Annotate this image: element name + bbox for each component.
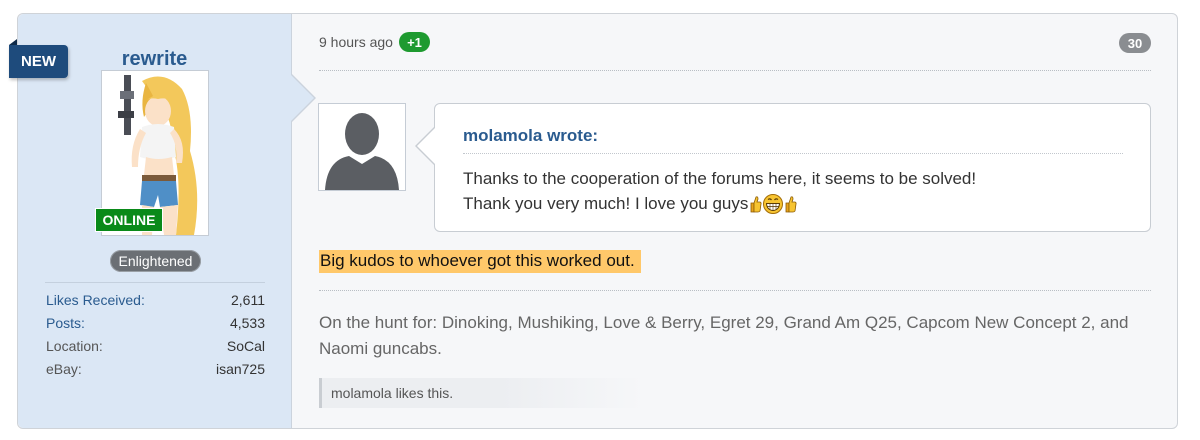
header-divider: [319, 70, 1151, 71]
quote-arrow: [417, 127, 436, 165]
stat-row-likes: Likes Received: 2,611: [46, 291, 265, 314]
stat-label-ebay: eBay:: [46, 361, 82, 377]
online-status-badge: ONLINE: [95, 208, 163, 232]
stat-label-location: Location:: [46, 338, 103, 354]
quoted-user-avatar[interactable]: [318, 103, 406, 191]
stat-row-ebay: eBay: isan725: [46, 360, 265, 383]
quote-line-1: Thanks to the cooperation of the forums …: [463, 169, 977, 188]
emoji-row: [749, 194, 797, 214]
likes-summary: molamola likes this.: [319, 378, 644, 408]
quote-author-link[interactable]: molamola wrote:: [463, 126, 598, 146]
reputation-badge: +1: [399, 32, 430, 52]
user-signature: On the hunt for: Dinoking, Mushiking, Lo…: [319, 313, 1129, 358]
forum-post: rewrite ONLINE Enlightened Likes Receive…: [17, 13, 1178, 429]
user-rank-badge: Enlightened: [110, 250, 201, 272]
stat-value-likes: 2,611: [231, 292, 265, 308]
highlighted-message: Big kudos to whoever got this worked out…: [319, 250, 641, 273]
stat-label-posts[interactable]: Posts:: [46, 314, 85, 337]
quote-divider: [463, 153, 1123, 154]
stat-value-location: SoCal: [226, 338, 265, 354]
likes-text[interactable]: molamola likes this.: [331, 385, 453, 401]
default-avatar-icon: [319, 104, 405, 190]
stat-label-likes[interactable]: Likes Received:: [46, 291, 145, 314]
post-number-badge[interactable]: 30: [1119, 33, 1151, 53]
quote-body: Thanks to the cooperation of the forums …: [463, 166, 1123, 216]
user-stats-divider: [45, 282, 265, 283]
user-stats: Likes Received: 2,611 Posts: 4,533 Locat…: [46, 291, 265, 383]
stat-value-posts: 4,533: [229, 315, 265, 331]
stat-row-posts: Posts: 4,533: [46, 314, 265, 337]
new-ribbon: NEW: [9, 39, 68, 78]
grin-emoji-icon: [763, 194, 784, 214]
thumbs-up-icon: [785, 196, 797, 213]
stat-row-location: Location: SoCal: [46, 337, 265, 360]
stat-value-ebay: isan725: [215, 361, 265, 377]
signature-divider: [319, 290, 1151, 291]
quote-line-2: Thank you very much! I love you guys: [463, 194, 749, 213]
post-timestamp-link[interactable]: 9 hours ago: [319, 34, 393, 50]
quote-line-2-wrap: Thank you very much! I love you guys: [463, 191, 1123, 216]
user-column-arrow: [290, 74, 314, 122]
thumbs-up-icon: [750, 196, 762, 213]
